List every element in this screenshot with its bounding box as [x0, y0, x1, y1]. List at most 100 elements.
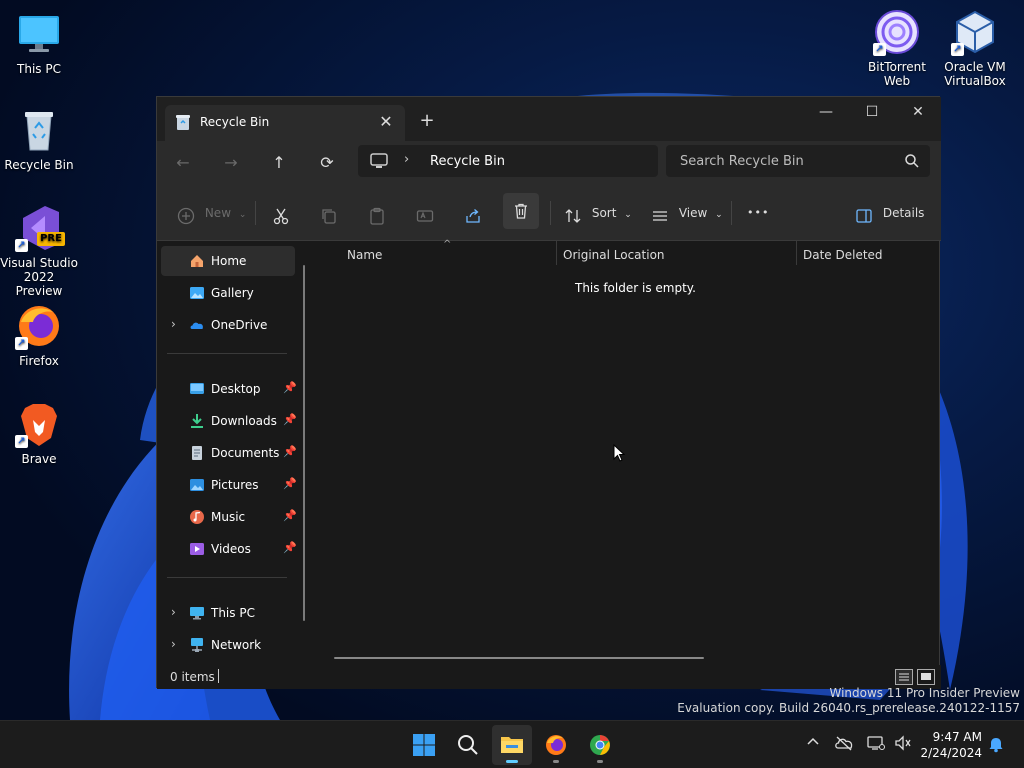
tab-recycle-bin[interactable]: Recycle Bin ✕: [165, 105, 405, 141]
rename-button[interactable]: [416, 197, 434, 229]
pin-icon[interactable]: 📌: [283, 541, 297, 554]
desktop-icon-firefox[interactable]: ↗ Firefox: [0, 302, 78, 368]
nav-pane-scrollbar[interactable]: [303, 265, 305, 621]
desktop-icon-brave[interactable]: ↗ Brave: [0, 400, 78, 466]
taskbar-file-explorer[interactable]: [492, 725, 532, 765]
chevron-right-icon[interactable]: ›: [171, 637, 176, 651]
search-box[interactable]: [666, 145, 930, 177]
column-divider[interactable]: [556, 241, 557, 265]
new-tab-button[interactable]: +: [415, 109, 439, 133]
start-button[interactable]: [404, 725, 444, 765]
column-header-date-deleted[interactable]: Date Deleted: [803, 241, 883, 269]
active-app-indicator: [506, 760, 518, 763]
desktop-icon-label: BitTorrent Web: [868, 60, 926, 88]
up-arrow-icon[interactable]: ↑: [265, 149, 293, 177]
breadcrumb[interactable]: Recycle Bin: [430, 154, 505, 169]
taskbar-search-button[interactable]: [448, 725, 488, 765]
maximize-button[interactable]: ☐: [849, 97, 895, 127]
monitor-icon: [15, 10, 63, 58]
nav-item-desktop[interactable]: Desktop 📌: [161, 374, 297, 404]
notification-bell-icon[interactable]: [986, 735, 1006, 755]
column-header-name[interactable]: Name: [347, 241, 382, 269]
new-button[interactable]: New ⌄: [177, 197, 246, 229]
taskbar-chrome[interactable]: [580, 725, 620, 765]
nav-item-videos[interactable]: Videos 📌: [161, 534, 297, 564]
chevron-up-icon[interactable]: [803, 735, 823, 755]
nav-item-documents[interactable]: Documents 📌: [161, 438, 297, 468]
volume-muted-icon[interactable]: [893, 735, 913, 755]
chevron-right-icon[interactable]: ›: [404, 152, 409, 167]
desktop-icon-recycle-bin[interactable]: Recycle Bin: [0, 106, 78, 172]
copy-button[interactable]: [320, 197, 338, 229]
chevron-down-icon: ⌄: [238, 210, 247, 220]
network-ethernet-icon[interactable]: [866, 735, 886, 755]
bittorrent-icon: ↗: [873, 8, 921, 56]
chrome-icon: [590, 735, 610, 755]
back-arrow-icon[interactable]: ←: [169, 149, 197, 177]
horizontal-scrollbar[interactable]: [334, 657, 704, 659]
navigation-pane: Home Gallery › OneDrive Desktop 📌 Downlo…: [157, 241, 315, 665]
minimize-button[interactable]: —: [803, 97, 849, 127]
desktop-icon-label: Oracle VM VirtualBox: [944, 60, 1006, 88]
close-window-button[interactable]: ✕: [895, 97, 941, 127]
column-divider[interactable]: [796, 241, 797, 265]
nav-label: Pictures: [211, 478, 259, 492]
chevron-right-icon[interactable]: ›: [171, 317, 176, 331]
file-list-area[interactable]: ^ Name Original Location Date Deleted Th…: [317, 239, 941, 665]
pin-icon[interactable]: 📌: [283, 477, 297, 490]
running-app-indicator: [597, 760, 603, 763]
recycle-bin-icon: [176, 115, 190, 131]
pin-icon[interactable]: 📌: [283, 413, 297, 426]
desktop-folder-icon: [189, 381, 205, 397]
nav-item-music[interactable]: Music 📌: [161, 502, 297, 532]
new-button-label: New: [204, 206, 232, 220]
pin-icon[interactable]: 📌: [283, 445, 297, 458]
search-input[interactable]: [666, 145, 896, 177]
desktop-icon-bittorrent[interactable]: ↗ BitTorrent Web: [858, 8, 936, 88]
tiles-view-toggle[interactable]: [917, 669, 935, 685]
shortcut-arrow-icon: ↗: [15, 435, 28, 448]
delete-button[interactable]: [503, 193, 539, 229]
column-header-original-location[interactable]: Original Location: [563, 241, 665, 269]
details-view-toggle[interactable]: [895, 669, 913, 685]
pin-icon[interactable]: 📌: [283, 381, 297, 394]
nav-item-gallery[interactable]: Gallery: [161, 278, 295, 308]
more-options-button[interactable]: •••: [747, 197, 769, 229]
address-bar[interactable]: › Recycle Bin: [358, 145, 658, 177]
paste-button[interactable]: [368, 197, 386, 229]
plus-circle-icon: [177, 205, 195, 224]
desktop-icon-label: Visual Studio 2022 Preview: [0, 256, 78, 298]
search-icon[interactable]: [904, 153, 920, 169]
nav-item-pictures[interactable]: Pictures 📌: [161, 470, 297, 500]
watermark-line-2: Evaluation copy. Build 26040.rs_prerelea…: [677, 701, 1020, 715]
gallery-icon: [189, 285, 205, 301]
nav-item-home[interactable]: Home: [161, 246, 295, 276]
system-clock[interactable]: 9:47 AM 2/24/2024: [918, 729, 982, 761]
taskbar-firefox[interactable]: [536, 725, 576, 765]
clipboard-icon: [368, 205, 386, 225]
preview-badge: PRE: [37, 232, 65, 246]
nav-item-downloads[interactable]: Downloads 📌: [161, 406, 297, 436]
view-button[interactable]: View ⌄: [651, 197, 723, 229]
sort-button[interactable]: Sort ⌄: [564, 197, 632, 229]
nav-item-network[interactable]: › Network: [161, 630, 295, 660]
desktop-icon-visual-studio[interactable]: PRE ↗ Visual Studio 2022 Preview: [0, 204, 78, 298]
pin-icon[interactable]: 📌: [283, 509, 297, 522]
chevron-right-icon[interactable]: ›: [171, 605, 176, 619]
share-button[interactable]: [464, 197, 482, 229]
forward-arrow-icon[interactable]: →: [217, 149, 245, 177]
nav-item-onedrive[interactable]: › OneDrive: [161, 310, 295, 340]
refresh-icon[interactable]: ⟳: [313, 149, 341, 177]
close-tab-icon[interactable]: ✕: [375, 111, 397, 133]
monitor-icon: [370, 153, 388, 169]
mouse-cursor-icon: [613, 444, 625, 462]
desktop-icon-this-pc[interactable]: This PC: [0, 10, 78, 76]
details-pane-button[interactable]: Details: [855, 197, 924, 229]
title-bar[interactable]: Recycle Bin ✕ + — ☐ ✕: [157, 97, 941, 141]
running-app-indicator: [553, 760, 559, 763]
toolbar-divider: [731, 201, 732, 225]
onedrive-offline-icon[interactable]: [834, 735, 854, 755]
nav-item-this-pc[interactable]: › This PC: [161, 598, 295, 628]
desktop-icon-virtualbox[interactable]: ↗ Oracle VM VirtualBox: [936, 8, 1014, 88]
cut-button[interactable]: [272, 197, 290, 229]
